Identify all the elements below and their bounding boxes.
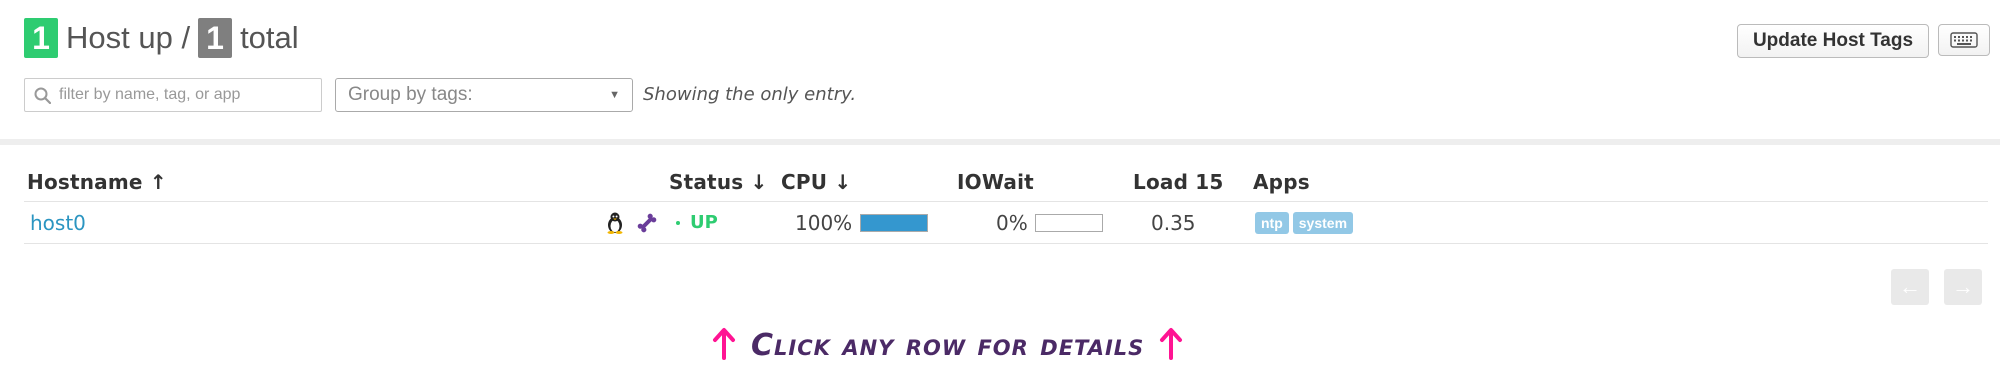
search-icon [34, 87, 51, 104]
keyboard-icon [1950, 32, 1978, 48]
hostname-link[interactable]: host0 [30, 211, 86, 235]
group-by-label: Group by tags: [348, 84, 473, 105]
app-tag-system[interactable]: system [1292, 211, 1354, 234]
page-title: 1 Host up / 1 total [24, 18, 307, 58]
group-by-tags-select[interactable]: Group by tags: ▼ [335, 78, 633, 112]
hosts-up-count-badge: 1 [24, 18, 58, 58]
chevron-down-icon: ▼ [609, 89, 620, 101]
previous-page-button[interactable]: ← [1891, 269, 1929, 305]
iowait-usage-bar [1035, 213, 1103, 232]
click-row-hint: Click any row for details [711, 326, 1184, 365]
hint-text: Click any row for details [751, 328, 1145, 363]
next-page-button[interactable]: → [1944, 269, 1982, 305]
status-indicator-dot [676, 220, 680, 225]
column-header-status[interactable]: Status ↓ [669, 170, 768, 194]
cpu-value: 100% [795, 210, 853, 235]
column-header-load15[interactable]: Load 15 [1133, 170, 1224, 194]
showing-entries-text: Showing the only entry. [643, 84, 857, 105]
column-header-apps: Apps [1253, 170, 1310, 194]
hosts-total-count-badge: 1 [198, 18, 233, 58]
status-text: UP [690, 212, 718, 233]
section-divider [0, 139, 2000, 145]
update-host-tags-button[interactable]: Update Host Tags [1737, 24, 1929, 58]
keyboard-shortcuts-button[interactable] [1938, 24, 1990, 56]
iowait-value: 0% [996, 210, 1028, 235]
cpu-usage-bar [860, 213, 928, 232]
app-tag-ntp[interactable]: ntp [1255, 211, 1289, 234]
table-row-divider [24, 243, 1988, 244]
column-header-hostname[interactable]: Hostname ↑ [27, 170, 167, 194]
linux-tux-icon [607, 212, 623, 234]
hint-arrow-up-icon-left [711, 326, 737, 365]
hint-arrow-up-icon-right [1158, 326, 1184, 365]
hosts-total-label: total [240, 20, 299, 55]
column-header-iowait[interactable]: IOWait [957, 170, 1034, 194]
search-box[interactable] [24, 78, 322, 112]
column-header-cpu[interactable]: CPU ↓ [781, 170, 851, 194]
hosts-up-label: Host up / [66, 20, 191, 55]
load15-value: 0.35 [1151, 210, 1196, 235]
cpu-usage-bar-fill [861, 214, 927, 231]
table-row[interactable]: host0 UP 100% 0% 0.35 ntp system [24, 202, 1988, 243]
bone-icon [637, 213, 657, 232]
search-input[interactable] [59, 86, 309, 104]
